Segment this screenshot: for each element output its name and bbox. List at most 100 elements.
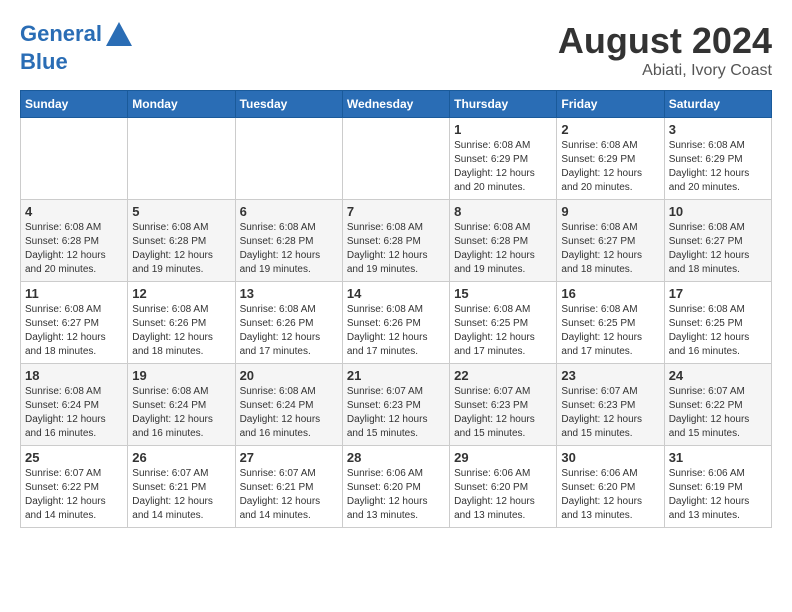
- cell-info-text: Sunrise: 6:08 AM Sunset: 6:25 PM Dayligh…: [454, 303, 552, 359]
- cell-info-text: Sunrise: 6:08 AM Sunset: 6:25 PM Dayligh…: [561, 303, 659, 359]
- cell-day-number: 5: [132, 204, 230, 219]
- cell-info-text: Sunrise: 6:08 AM Sunset: 6:29 PM Dayligh…: [669, 139, 767, 195]
- cell-day-number: 24: [669, 368, 767, 383]
- cell-day-number: 22: [454, 368, 552, 383]
- calendar-cell: [235, 118, 342, 200]
- cell-day-number: 21: [347, 368, 445, 383]
- cell-info-text: Sunrise: 6:08 AM Sunset: 6:26 PM Dayligh…: [240, 303, 338, 359]
- calendar-cell: 20Sunrise: 6:08 AM Sunset: 6:24 PM Dayli…: [235, 364, 342, 446]
- calendar-cell: 16 Sunrise: 6:08 AM Sunset: 6:25 PM Dayli…: [557, 282, 664, 364]
- calendar-cell: 18 Sunrise: 6:08 AM Sunset: 6:24 PM Dayli…: [21, 364, 128, 446]
- calendar-week-row: 11 Sunrise: 6:08 AM Sunset: 6:27 PM Dayli…: [21, 282, 772, 364]
- calendar-week-row: 1 Sunrise: 6:08 AM Sunset: 6:29 PM Daylig…: [21, 118, 772, 200]
- cell-day-number: 29: [454, 450, 552, 465]
- cell-info-text: Sunrise: 6:08 AM Sunset: 6:27 PM Dayligh…: [25, 303, 123, 359]
- cell-day-number: 13: [240, 286, 338, 301]
- calendar-cell: 25 Sunrise: 6:07 AM Sunset: 6:22 PM Dayli…: [21, 446, 128, 528]
- calendar-cell: 30 Sunrise: 6:06 AM Sunset: 6:20 PM Dayli…: [557, 446, 664, 528]
- calendar-cell: 21Sunrise: 6:07 AM Sunset: 6:23 PM Dayli…: [342, 364, 449, 446]
- calendar-table: SundayMondayTuesdayWednesdayThursdayFrid…: [20, 90, 772, 528]
- calendar-cell: 2 Sunrise: 6:08 AM Sunset: 6:29 PM Daylig…: [557, 118, 664, 200]
- calendar-cell: 5 Sunrise: 6:08 AM Sunset: 6:28 PM Daylig…: [128, 200, 235, 282]
- cell-info-text: Sunrise: 6:08 AM Sunset: 6:27 PM Dayligh…: [561, 221, 659, 277]
- cell-day-number: 30: [561, 450, 659, 465]
- cell-info-text: Sunrise: 6:08 AM Sunset: 6:24 PM Dayligh…: [25, 385, 123, 441]
- calendar-cell: 19Sunrise: 6:08 AM Sunset: 6:24 PM Dayli…: [128, 364, 235, 446]
- calendar-cell: 17 Sunrise: 6:08 AM Sunset: 6:25 PM Dayli…: [664, 282, 771, 364]
- cell-day-number: 17: [669, 286, 767, 301]
- cell-day-number: 9: [561, 204, 659, 219]
- cell-info-text: Sunrise: 6:07 AM Sunset: 6:23 PM Dayligh…: [561, 385, 659, 441]
- cell-day-number: 6: [240, 204, 338, 219]
- cell-info-text: Sunrise: 6:06 AM Sunset: 6:20 PM Dayligh…: [454, 467, 552, 523]
- cell-info-text: Sunrise: 6:08 AM Sunset: 6:28 PM Dayligh…: [25, 221, 123, 277]
- calendar-cell: 7 Sunrise: 6:08 AM Sunset: 6:28 PM Daylig…: [342, 200, 449, 282]
- calendar-cell: 23 Sunrise: 6:07 AM Sunset: 6:23 PM Dayli…: [557, 364, 664, 446]
- day-header-monday: Monday: [128, 91, 235, 118]
- page-title: August 2024: [558, 20, 772, 62]
- calendar-cell: 29 Sunrise: 6:06 AM Sunset: 6:20 PM Dayli…: [450, 446, 557, 528]
- cell-info-text: Sunrise: 6:08 AM Sunset: 6:28 PM Dayligh…: [347, 221, 445, 277]
- cell-info-text: Sunrise: 6:08 AM Sunset: 6:24 PM Dayligh…: [132, 385, 230, 441]
- cell-day-number: 3: [669, 122, 767, 137]
- calendar-cell: 3 Sunrise: 6:08 AM Sunset: 6:29 PM Daylig…: [664, 118, 771, 200]
- cell-day-number: 27: [240, 450, 338, 465]
- cell-day-number: 2: [561, 122, 659, 137]
- cell-info-text: Sunrise: 6:08 AM Sunset: 6:29 PM Dayligh…: [454, 139, 552, 195]
- cell-day-number: 7: [347, 204, 445, 219]
- cell-info-text: Sunrise: 6:06 AM Sunset: 6:20 PM Dayligh…: [347, 467, 445, 523]
- cell-day-number: 28: [347, 450, 445, 465]
- calendar-cell: 31 Sunrise: 6:06 AM Sunset: 6:19 PM Dayli…: [664, 446, 771, 528]
- calendar-cell: 24 Sunrise: 6:07 AM Sunset: 6:22 PM Dayli…: [664, 364, 771, 446]
- cell-day-number: 15: [454, 286, 552, 301]
- cell-info-text: Sunrise: 6:07 AM Sunset: 6:23 PM Dayligh…: [454, 385, 552, 441]
- cell-day-number: 23: [561, 368, 659, 383]
- cell-day-number: 8: [454, 204, 552, 219]
- calendar-cell: 4 Sunrise: 6:08 AM Sunset: 6:28 PM Daylig…: [21, 200, 128, 282]
- cell-info-text: Sunrise: 6:07 AM Sunset: 6:21 PM Dayligh…: [132, 467, 230, 523]
- cell-info-text: Sunrise: 6:06 AM Sunset: 6:19 PM Dayligh…: [669, 467, 767, 523]
- cell-info-text: Sunrise: 6:08 AM Sunset: 6:25 PM Dayligh…: [669, 303, 767, 359]
- cell-day-number: 31: [669, 450, 767, 465]
- logo: General Blue: [20, 20, 134, 74]
- calendar-cell: 9 Sunrise: 6:08 AM Sunset: 6:27 PM Daylig…: [557, 200, 664, 282]
- page-header: General Blue August 2024 Abiati, Ivory C…: [20, 20, 772, 80]
- cell-info-text: Sunrise: 6:08 AM Sunset: 6:28 PM Dayligh…: [132, 221, 230, 277]
- day-header-saturday: Saturday: [664, 91, 771, 118]
- cell-day-number: 26: [132, 450, 230, 465]
- calendar-cell: [128, 118, 235, 200]
- cell-info-text: Sunrise: 6:08 AM Sunset: 6:26 PM Dayligh…: [132, 303, 230, 359]
- cell-day-number: 10: [669, 204, 767, 219]
- cell-info-text: Sunrise: 6:08 AM Sunset: 6:26 PM Dayligh…: [347, 303, 445, 359]
- cell-info-text: Sunrise: 6:08 AM Sunset: 6:28 PM Dayligh…: [240, 221, 338, 277]
- logo-text: General Blue: [20, 20, 134, 74]
- day-header-wednesday: Wednesday: [342, 91, 449, 118]
- day-header-friday: Friday: [557, 91, 664, 118]
- cell-info-text: Sunrise: 6:06 AM Sunset: 6:20 PM Dayligh…: [561, 467, 659, 523]
- calendar-cell: 28 Sunrise: 6:06 AM Sunset: 6:20 PM Dayli…: [342, 446, 449, 528]
- cell-info-text: Sunrise: 6:08 AM Sunset: 6:29 PM Dayligh…: [561, 139, 659, 195]
- calendar-week-row: 4 Sunrise: 6:08 AM Sunset: 6:28 PM Daylig…: [21, 200, 772, 282]
- calendar-cell: 10 Sunrise: 6:08 AM Sunset: 6:27 PM Dayli…: [664, 200, 771, 282]
- day-header-tuesday: Tuesday: [235, 91, 342, 118]
- cell-day-number: 12: [132, 286, 230, 301]
- cell-info-text: Sunrise: 6:08 AM Sunset: 6:24 PM Dayligh…: [240, 385, 338, 441]
- calendar-week-row: 25 Sunrise: 6:07 AM Sunset: 6:22 PM Dayli…: [21, 446, 772, 528]
- cell-day-number: 4: [25, 204, 123, 219]
- cell-info-text: Sunrise: 6:07 AM Sunset: 6:21 PM Dayligh…: [240, 467, 338, 523]
- title-block: August 2024 Abiati, Ivory Coast: [558, 20, 772, 80]
- cell-day-number: 25: [25, 450, 123, 465]
- calendar-cell: [342, 118, 449, 200]
- cell-day-number: 11: [25, 286, 123, 301]
- cell-day-number: 18: [25, 368, 123, 383]
- calendar-cell: [21, 118, 128, 200]
- cell-day-number: 16: [561, 286, 659, 301]
- cell-info-text: Sunrise: 6:07 AM Sunset: 6:22 PM Dayligh…: [25, 467, 123, 523]
- cell-day-number: 14: [347, 286, 445, 301]
- cell-info-text: Sunrise: 6:07 AM Sunset: 6:22 PM Dayligh…: [669, 385, 767, 441]
- cell-info-text: Sunrise: 6:08 AM Sunset: 6:27 PM Dayligh…: [669, 221, 767, 277]
- calendar-cell: 11 Sunrise: 6:08 AM Sunset: 6:27 PM Dayli…: [21, 282, 128, 364]
- calendar-cell: 13 Sunrise: 6:08 AM Sunset: 6:26 PM Dayli…: [235, 282, 342, 364]
- cell-day-number: 1: [454, 122, 552, 137]
- calendar-cell: 14 Sunrise: 6:08 AM Sunset: 6:26 PM Dayli…: [342, 282, 449, 364]
